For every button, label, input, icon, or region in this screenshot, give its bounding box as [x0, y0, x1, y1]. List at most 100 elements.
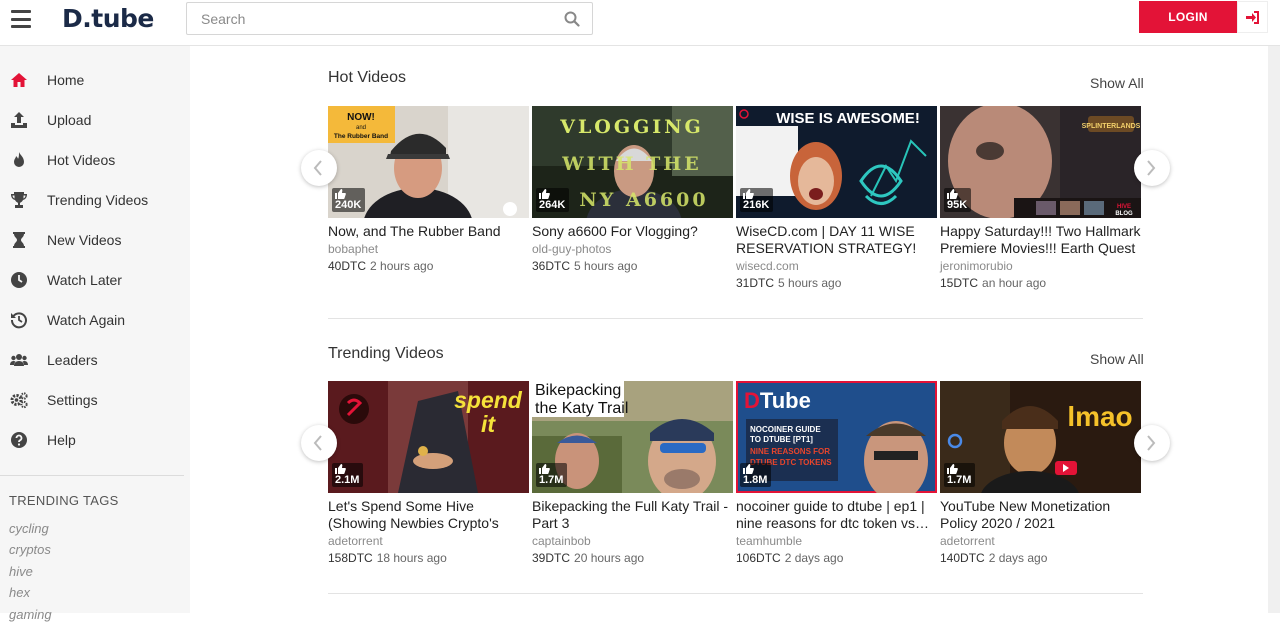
- sidebar-item-settings[interactable]: Settings: [0, 380, 190, 420]
- video-thumbnail[interactable]: DTube NOCOINER GUIDE TO DTUBE [PT1] NINE…: [736, 381, 937, 493]
- dtc-value: 15DTC: [940, 276, 979, 290]
- sidebar-item-leaders[interactable]: Leaders: [0, 340, 190, 380]
- tag-link[interactable]: hex: [9, 585, 30, 600]
- video-title[interactable]: Sony a6600 For Vlogging?: [532, 223, 733, 240]
- sign-in-button[interactable]: [1237, 1, 1268, 33]
- section-divider: [328, 318, 1143, 319]
- svg-text:TO DTUBE [PT1]: TO DTUBE [PT1]: [750, 435, 813, 444]
- video-meta: 106DTC 2 days ago: [736, 551, 937, 565]
- hot-next-arrow[interactable]: [1134, 150, 1170, 186]
- sidebar-item-trending-videos[interactable]: Trending Videos: [0, 180, 190, 220]
- upload-icon: [11, 112, 27, 128]
- like-count-badge: 216K: [740, 188, 774, 212]
- sidebar-item-help[interactable]: Help: [0, 420, 190, 460]
- video-card[interactable]: DTube NOCOINER GUIDE TO DTUBE [PT1] NINE…: [736, 381, 937, 565]
- chevron-right-icon: [1147, 435, 1156, 451]
- sidebar-item-label: Home: [47, 72, 85, 88]
- sidebar: Home Upload Hot Videos Trending Videos N…: [0, 46, 190, 622]
- svg-text:DTube: DTube: [744, 388, 811, 413]
- video-meta: 31DTC 5 hours ago: [736, 276, 937, 290]
- video-title[interactable]: WiseCD.com | DAY 11 WISE RESERVATION STR…: [736, 223, 937, 257]
- tag-link[interactable]: cycling: [9, 521, 49, 536]
- video-author[interactable]: jeronimorubio: [940, 259, 1141, 273]
- video-meta: 140DTC 2 days ago: [940, 551, 1141, 565]
- video-card[interactable]: SPLINTERLANDS HIVE BLOG 95K Happy Saturd…: [940, 106, 1141, 290]
- trending-next-arrow[interactable]: [1134, 425, 1170, 461]
- search-input[interactable]: [187, 3, 547, 34]
- video-author[interactable]: old-guy-photos: [532, 242, 733, 256]
- thumbs-up-icon: [539, 189, 550, 199]
- page-scrollbar[interactable]: [1268, 46, 1280, 613]
- search-icon[interactable]: [564, 11, 580, 27]
- section-divider: [328, 593, 1143, 594]
- question-icon: [11, 432, 27, 448]
- chevron-left-icon: [313, 160, 322, 176]
- video-author[interactable]: teamhumble: [736, 534, 937, 548]
- sidebar-item-watch-later[interactable]: Watch Later: [0, 260, 190, 300]
- svg-text:VLOGGING: VLOGGING: [559, 116, 704, 138]
- dtube-logo[interactable]: D.tube: [62, 4, 154, 33]
- video-author[interactable]: bobaphet: [328, 242, 529, 256]
- trending-prev-arrow[interactable]: [301, 425, 337, 461]
- sidebar-item-label: Hot Videos: [47, 152, 116, 168]
- video-author[interactable]: adetorrent: [328, 534, 529, 548]
- thumbs-up-icon: [947, 189, 958, 199]
- svg-text:it: it: [481, 411, 496, 437]
- video-card[interactable]: Bikepacking the Katy Trail 1.7M Bikepack…: [532, 381, 733, 565]
- video-thumbnail[interactable]: WISE IS AWESOME! 216K: [736, 106, 937, 218]
- svg-text:NY A6600: NY A6600: [579, 189, 708, 211]
- dtc-value: 36DTC: [532, 259, 571, 273]
- video-title[interactable]: Happy Saturday!!! Two Hallmark Premiere …: [940, 223, 1141, 257]
- sidebar-item-label: Settings: [47, 392, 98, 408]
- video-title[interactable]: Bikepacking the Full Katy Trail - Part 3: [532, 498, 733, 532]
- time-ago: 20 hours ago: [574, 551, 645, 565]
- dtc-value: 158DTC: [328, 551, 373, 565]
- tag-link[interactable]: gaming: [9, 607, 52, 622]
- like-count-badge: 240K: [332, 188, 366, 212]
- sidebar-item-label: Help: [47, 432, 76, 448]
- users-icon: [10, 354, 28, 366]
- video-thumbnail[interactable]: spend it 2.1M: [328, 381, 529, 493]
- video-thumbnail[interactable]: lmao 1.7M: [940, 381, 1141, 493]
- video-author[interactable]: captainbob: [532, 534, 733, 548]
- time-ago: 18 hours ago: [376, 551, 447, 565]
- chevron-left-icon: [313, 435, 322, 451]
- svg-text:spend: spend: [454, 387, 523, 413]
- time-ago: an hour ago: [982, 276, 1047, 290]
- video-card[interactable]: lmao 1.7M YouTube New Monetization Polic…: [940, 381, 1141, 565]
- login-button[interactable]: LOGIN: [1139, 1, 1237, 33]
- video-thumbnail[interactable]: SPLINTERLANDS HIVE BLOG 95K: [940, 106, 1141, 218]
- video-thumbnail[interactable]: VLOGGING WITH THE NY A6600 264K: [532, 106, 733, 218]
- video-title[interactable]: Now, and The Rubber Band: [328, 223, 529, 240]
- video-meta: 158DTC 18 hours ago: [328, 551, 529, 565]
- sidebar-item-label: Upload: [47, 112, 92, 128]
- video-thumbnail[interactable]: Bikepacking the Katy Trail 1.7M: [532, 381, 733, 493]
- video-meta: 39DTC 20 hours ago: [532, 551, 733, 565]
- video-card[interactable]: VLOGGING WITH THE NY A6600 264K Sony a66…: [532, 106, 733, 273]
- sidebar-item-home[interactable]: Home: [0, 60, 190, 100]
- video-author[interactable]: wisecd.com: [736, 259, 937, 273]
- tag-link[interactable]: cryptos: [9, 542, 51, 557]
- sidebar-item-hot-videos[interactable]: Hot Videos: [0, 140, 190, 180]
- video-title[interactable]: nocoiner guide to dtube | ep1 | nine rea…: [736, 498, 937, 532]
- svg-text:WITH THE: WITH THE: [561, 153, 702, 175]
- video-card[interactable]: NOW! and The Rubber Band 240K Now, and T…: [328, 106, 529, 273]
- video-author[interactable]: adetorrent: [940, 534, 1141, 548]
- hot-prev-arrow[interactable]: [301, 150, 337, 186]
- sidebar-item-label: Trending Videos: [47, 192, 149, 208]
- menu-icon[interactable]: [11, 10, 31, 28]
- tag-link[interactable]: hive: [9, 564, 33, 579]
- time-ago: 5 hours ago: [778, 276, 842, 290]
- dtc-value: 40DTC: [328, 259, 367, 273]
- video-title[interactable]: YouTube New Monetization Policy 2020 / 2…: [940, 498, 1141, 532]
- video-title[interactable]: Let's Spend Some Hive (Showing Newbies C…: [328, 498, 529, 532]
- hot-show-all-link[interactable]: Show All: [1090, 75, 1144, 91]
- video-meta: 40DTC 2 hours ago: [328, 259, 529, 273]
- video-card[interactable]: spend it 2.1M Let's Spend Some Hive (Sho…: [328, 381, 529, 565]
- sidebar-item-upload[interactable]: Upload: [0, 100, 190, 140]
- sidebar-item-new-videos[interactable]: New Videos: [0, 220, 190, 260]
- video-thumbnail[interactable]: NOW! and The Rubber Band 240K: [328, 106, 529, 218]
- trending-show-all-link[interactable]: Show All: [1090, 351, 1144, 367]
- sidebar-item-watch-again[interactable]: Watch Again: [0, 300, 190, 340]
- video-card[interactable]: WISE IS AWESOME! 216K WiseCD.com | DAY 1…: [736, 106, 937, 290]
